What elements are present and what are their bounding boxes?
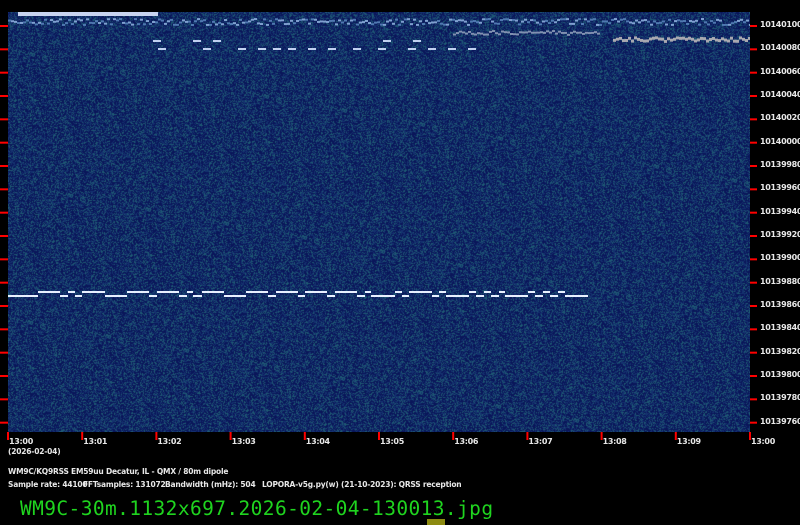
date-label: (2026-02-04) (8, 447, 61, 456)
y-tick-label: 10139900 (760, 253, 800, 263)
y-tick-label: 10139800 (760, 370, 800, 379)
y-tick-label: 10139840 (760, 323, 800, 333)
station-info: WM9C/KQ9RSS EM59uu Decatur, IL - QMX / 8… (8, 467, 229, 476)
x-tick-label: 13:05 (380, 437, 404, 446)
y-tick-label: 10139880 (760, 276, 800, 286)
y-tick-label: 10139860 (760, 300, 800, 309)
y-tick-label: 10139780 (760, 393, 800, 403)
y-tick-label: 10140060 (760, 66, 800, 76)
x-tick-label: 13:00 (751, 437, 775, 446)
bandwidth: Bandwidth (mHz): 504 (165, 480, 256, 489)
y-tick-label: 10140000 (760, 136, 800, 146)
y-tick-label: 10139980 (760, 160, 800, 169)
y-tick-label: 10140100 (760, 20, 800, 29)
x-tick-label: 13:04 (305, 437, 330, 446)
x-tick-label: 13:09 (676, 437, 701, 446)
x-tick-label: 13:01 (83, 437, 108, 446)
y-tick-label: 10139760 (760, 416, 800, 426)
y-tick-label: 10140080 (760, 43, 800, 53)
software-info: LOPORA-v5g.py(w) (21-10-2023): QRSS rece… (262, 480, 462, 489)
x-tick-label: 13:06 (454, 437, 479, 446)
x-tick-label: 13:00 (9, 437, 33, 446)
y-tick-label: 10139960 (760, 183, 800, 193)
x-tick-label: 13:08 (602, 437, 627, 446)
x-tick-label: 13:02 (157, 437, 182, 446)
y-tick-label: 10139940 (760, 206, 800, 216)
y-tick-label: 10139820 (760, 346, 800, 356)
sample-rate: Sample rate: 44100 (8, 480, 88, 489)
axis-ticks (0, 25, 757, 440)
fft-samples: FFTsamples: 131072 (83, 480, 166, 489)
x-tick-label: 13:03 (231, 437, 256, 446)
y-tick-label: 10140040 (760, 90, 800, 99)
x-tick-label: 13:07 (528, 437, 553, 446)
cursor-block (427, 519, 445, 525)
y-tick-label: 10139920 (760, 230, 800, 239)
y-tick-label: 10140020 (760, 113, 800, 123)
filename-caption: WM9C-30m.1132x697.2026-02-04-130013.jpg (20, 497, 494, 520)
